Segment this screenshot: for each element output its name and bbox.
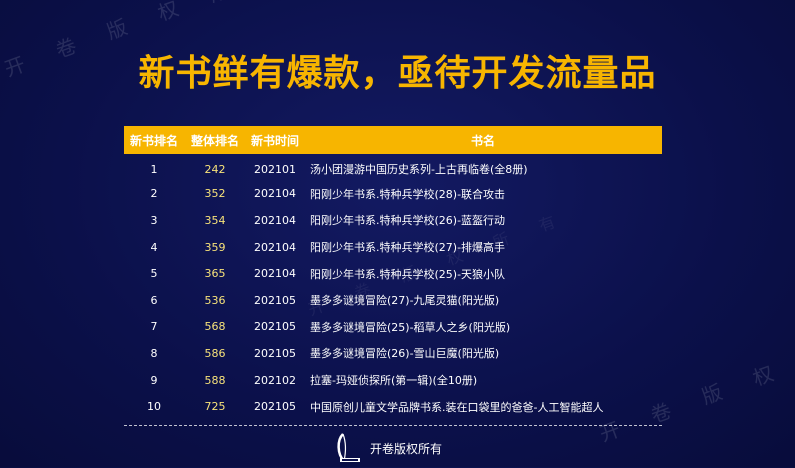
- cell-new-rank: 2: [150, 187, 158, 201]
- cell-overall-rank: 725: [204, 400, 226, 414]
- cell-new-time: 202102: [254, 373, 296, 387]
- openbook-logo-icon: [334, 432, 362, 464]
- cell-book-name: 墨多多谜境冒险(26)-雪山巨魔(阳光版): [310, 347, 500, 361]
- table-row: 8 586 202105 墨多多谜境冒险(26)-雪山巨魔(阳光版): [124, 340, 662, 367]
- cell-new-rank: 5: [150, 267, 158, 281]
- cell-overall-rank: 354: [204, 213, 226, 227]
- cell-new-rank: 1: [150, 162, 158, 176]
- table-header-row: 新书排名 整体排名 新书时间 书名: [124, 126, 662, 154]
- cell-overall-rank: 242: [204, 162, 226, 176]
- cell-book-name: 拉塞-玛娅侦探所(第一辑)(全10册): [310, 374, 478, 388]
- table-row: 7 568 202105 墨多多谜境冒险(25)-稻草人之乡(阳光版): [124, 314, 662, 341]
- cell-book-name: 汤小团漫游中国历史系列-上古再临卷(全8册): [310, 163, 528, 177]
- cell-new-time: 202104: [254, 187, 296, 201]
- header-overall-rank: 整体排名: [190, 133, 239, 148]
- cell-book-name: 中国原创儿童文学品牌书系.装在口袋里的爸爸-人工智能超人: [310, 400, 604, 414]
- header-book-name: 书名: [470, 133, 495, 148]
- footer-copyright-text: 开卷版权所有: [370, 441, 443, 456]
- cell-overall-rank: 536: [204, 293, 226, 307]
- cell-book-name: 阳刚少年书系.特种兵学校(25)-天狼小队: [310, 267, 506, 281]
- cell-overall-rank: 359: [204, 240, 226, 254]
- cell-book-name: 墨多多谜境冒险(27)-九尾灵猫(阳光版): [310, 294, 500, 308]
- cell-new-rank: 6: [150, 293, 158, 307]
- cell-overall-rank: 365: [204, 267, 226, 281]
- footer: 开卷版权所有: [334, 432, 442, 464]
- table-row: 1 242 202101 汤小团漫游中国历史系列-上古再临卷(全8册): [124, 154, 662, 181]
- cell-book-name: 阳刚少年书系.特种兵学校(27)-排爆高手: [310, 241, 506, 255]
- cell-new-rank: 3: [150, 213, 158, 227]
- table-row: 2 352 202104 阳刚少年书系.特种兵学校(28)-联合攻击: [124, 181, 662, 208]
- header-new-time: 新书时间: [250, 133, 299, 148]
- cell-book-name: 墨多多谜境冒险(25)-稻草人之乡(阳光版): [310, 320, 511, 334]
- page-title: 新书鲜有爆款，亟待开发流量品: [138, 53, 657, 94]
- cell-new-time: 202105: [254, 400, 296, 414]
- header-new-rank: 新书排名: [129, 133, 178, 148]
- cell-new-time: 202105: [254, 346, 296, 360]
- table-row: 10 725 202105 中国原创儿童文学品牌书系.装在口袋里的爸爸-人工智能超人: [124, 393, 662, 420]
- table-row: 6 536 202105 墨多多谜境冒险(27)-九尾灵猫(阳光版): [124, 287, 662, 314]
- cell-new-time: 202104: [254, 213, 296, 227]
- table-row: 3 354 202104 阳刚少年书系.特种兵学校(26)-蓝盔行动: [124, 207, 662, 234]
- cell-book-name: 阳刚少年书系.特种兵学校(26)-蓝盔行动: [310, 214, 506, 228]
- cell-book-name: 阳刚少年书系.特种兵学校(28)-联合攻击: [310, 187, 506, 201]
- table-row: 4 359 202104 阳刚少年书系.特种兵学校(27)-排爆高手: [124, 234, 662, 261]
- table-row: 9 588 202102 拉塞-玛娅侦探所(第一辑)(全10册): [124, 367, 662, 394]
- cell-overall-rank: 588: [204, 373, 226, 387]
- cell-new-rank: 7: [150, 320, 158, 334]
- cell-new-time: 202105: [254, 293, 296, 307]
- ranking-table-container: 新书排名 整体排名 新书时间 书名 1 242 202101 汤小团漫游中国历史系列-…: [124, 126, 662, 420]
- cell-new-time: 202104: [254, 240, 296, 254]
- cell-overall-rank: 586: [204, 346, 226, 360]
- cell-new-rank: 8: [150, 346, 158, 360]
- cell-new-time: 202101: [254, 162, 296, 176]
- table-body: 1 242 202101 汤小团漫游中国历史系列-上古再临卷(全8册) 2 352 2021…: [124, 154, 662, 420]
- cell-new-rank: 9: [150, 373, 158, 387]
- cell-new-rank: 10: [147, 400, 161, 414]
- cell-new-rank: 4: [150, 240, 158, 254]
- footer-divider: [124, 425, 662, 426]
- ranking-table: 新书排名 整体排名 新书时间 书名 1 242 202101 汤小团漫游中国历史系列-…: [124, 126, 662, 420]
- table-row: 5 365 202104 阳刚少年书系.特种兵学校(25)-天狼小队: [124, 260, 662, 287]
- cell-new-time: 202105: [254, 320, 296, 334]
- cell-overall-rank: 568: [204, 320, 226, 334]
- cell-new-time: 202104: [254, 267, 296, 281]
- cell-overall-rank: 352: [204, 187, 226, 201]
